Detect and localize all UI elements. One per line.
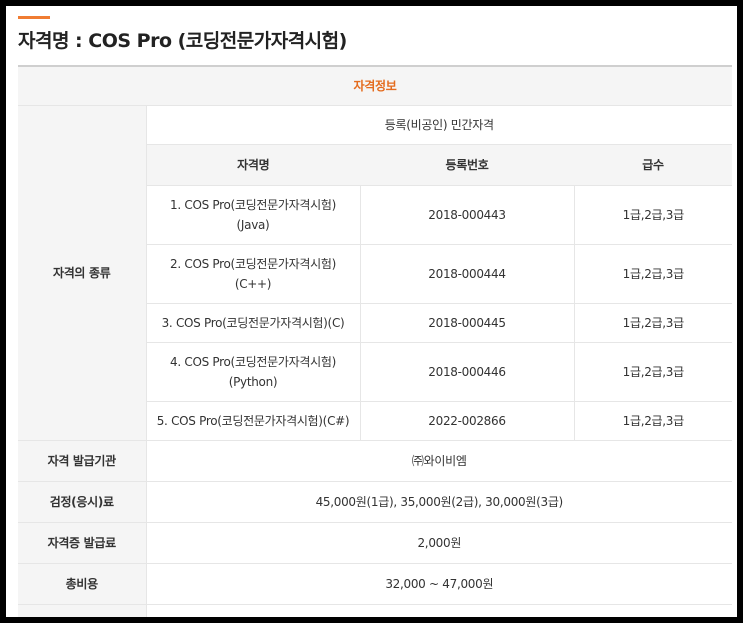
partial-row-value: [146, 604, 733, 617]
total-cost-row: 총비용 32,000 ~ 47,000원: [18, 563, 733, 605]
reg-number: 2018-000444: [359, 244, 575, 304]
cert-name: 4. COS Pro(코딩전문가자격시험) (Python): [146, 342, 360, 402]
exam-fee-value: 45,000원(1급), 35,000원(2급), 30,000원(3급): [146, 481, 733, 523]
grade: 1급,2급,3급: [574, 244, 733, 304]
column-header-name: 자격명: [146, 144, 360, 186]
issuer-label: 자격 발급기관: [18, 440, 147, 482]
reg-number: 2018-000446: [359, 342, 575, 402]
type-value: 등록(비공인) 민간자격: [146, 105, 733, 145]
grade: 1급,2급,3급: [574, 303, 733, 343]
reg-number: 2022-002866: [359, 401, 575, 441]
cert-name: 3. COS Pro(코딩전문가자격시험)(C): [146, 303, 360, 343]
page-title: 자격명 : COS Pro (코딩전문가자격시험): [18, 30, 347, 52]
section-title: 자격정보: [18, 65, 733, 106]
partial-row: [18, 604, 733, 617]
grade: 1급,2급,3급: [574, 342, 733, 402]
partial-row-label: [18, 604, 147, 617]
issue-fee-row: 자격증 발급료 2,000원: [18, 522, 733, 564]
cert-name: 2. COS Pro(코딩전문가자격시험) (C++): [146, 244, 360, 304]
grade: 1급,2급,3급: [574, 401, 733, 441]
reg-number: 2018-000443: [359, 185, 575, 245]
exam-fee-row: 검정(응시)료 45,000원(1급), 35,000원(2급), 30,000…: [18, 481, 733, 523]
issuer-value: ㈜와이비엠: [146, 440, 733, 482]
issue-fee-value: 2,000원: [146, 522, 733, 564]
type-label: 자격의 종류: [18, 105, 147, 441]
total-cost-value: 32,000 ~ 47,000원: [146, 563, 733, 605]
exam-fee-label: 검정(응시)료: [18, 481, 147, 523]
reg-number: 2018-000445: [359, 303, 575, 343]
cert-name: 1. COS Pro(코딩전문가자격시험) (Java): [146, 185, 360, 245]
column-header-reg: 등록번호: [360, 144, 574, 186]
qualification-info-table: 자격정보 자격의 종류 등록(비공인) 민간자격 자격명 등록번호 급수 1. …: [18, 65, 733, 617]
total-cost-label: 총비용: [18, 563, 147, 605]
issue-fee-label: 자격증 발급료: [18, 522, 147, 564]
issuer-row: 자격 발급기관 ㈜와이비엠: [18, 440, 733, 482]
title-accent-bar: [18, 16, 50, 19]
content-frame: 자격명 : COS Pro (코딩전문가자격시험) 자격정보 자격의 종류 등록…: [6, 6, 737, 617]
column-header-grade: 급수: [574, 144, 733, 186]
type-row: 자격의 종류 등록(비공인) 민간자격: [18, 105, 733, 441]
cert-name: 5. COS Pro(코딩전문가자격시험)(C#): [146, 401, 360, 441]
grade: 1급,2급,3급: [574, 185, 733, 245]
section-header-row: 자격정보: [18, 65, 733, 106]
